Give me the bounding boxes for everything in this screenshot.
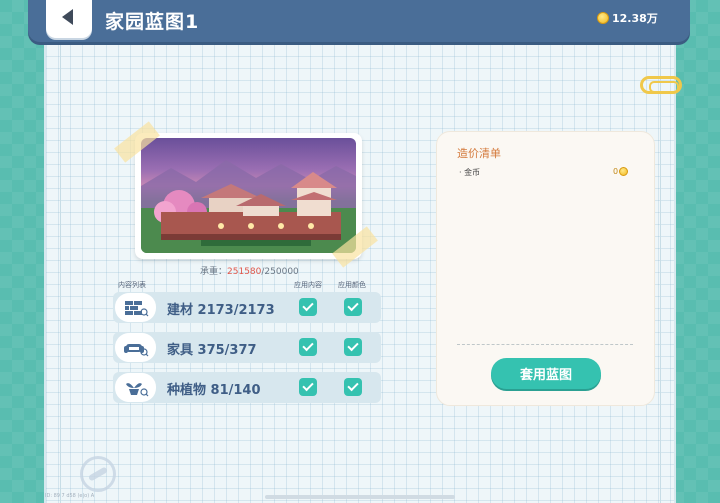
coin-amount: 12.38万 [612, 12, 658, 25]
coin-icon [619, 167, 629, 176]
apply-content-checkbox[interactable] [299, 378, 317, 396]
list-header-items: 内容列表 [118, 281, 146, 289]
apply-color-checkbox[interactable] [344, 298, 362, 316]
list-header-apply-color: 应用颜色 [338, 281, 366, 289]
uid-text: ID: 89 7 d58 (e|o) A [45, 493, 95, 499]
cost-list-title: 造价清单 [457, 147, 501, 160]
row-label: 种植物 81/140 [167, 383, 261, 398]
list-header-apply-content: 应用内容 [294, 281, 322, 289]
paper-clip-icon [640, 76, 682, 94]
building-material-icon[interactable] [115, 293, 156, 322]
furniture-icon[interactable] [115, 333, 156, 362]
page-title: 家园蓝图1 [105, 11, 200, 33]
blueprint-photo-frame [135, 133, 362, 259]
capacity-label: 承重： [200, 267, 228, 277]
apply-content-checkbox[interactable] [299, 298, 317, 316]
cost-list-panel: 造价清单 · 金币 0 套用蓝图 [436, 131, 655, 406]
apply-content-checkbox[interactable] [299, 338, 317, 356]
cost-item-value: 0 [613, 167, 629, 176]
coin-balance: 12.38万 [597, 10, 658, 26]
home-scene-illustration [141, 160, 356, 253]
apply-blueprint-button[interactable]: 套用蓝图 [491, 358, 601, 389]
capacity-max: 250000 [264, 267, 299, 277]
back-arrow-icon [62, 9, 73, 25]
list-row-building-material: 建材 2173/2173 [113, 292, 381, 323]
coin-icon [597, 12, 609, 24]
list-row-plants: 种植物 81/140 [113, 372, 381, 403]
divider [457, 344, 633, 345]
capacity-readout: 承重：251580/250000 [200, 264, 299, 277]
cost-item-name: · 金币 [459, 168, 481, 177]
plant-icon[interactable] [115, 373, 156, 402]
blueprint-preview-image [141, 138, 356, 253]
list-row-furniture: 家具 375/377 [113, 332, 381, 363]
row-label: 家具 375/377 [167, 343, 257, 358]
cost-item-amount: 0 [613, 167, 619, 176]
game-logo-watermark-icon [80, 456, 116, 492]
back-button[interactable] [46, 0, 92, 38]
apply-color-checkbox[interactable] [344, 378, 362, 396]
capacity-used: 251580 [227, 267, 262, 277]
apply-color-checkbox[interactable] [344, 338, 362, 356]
home-indicator [265, 495, 455, 499]
row-label: 建材 2173/2173 [167, 303, 275, 318]
